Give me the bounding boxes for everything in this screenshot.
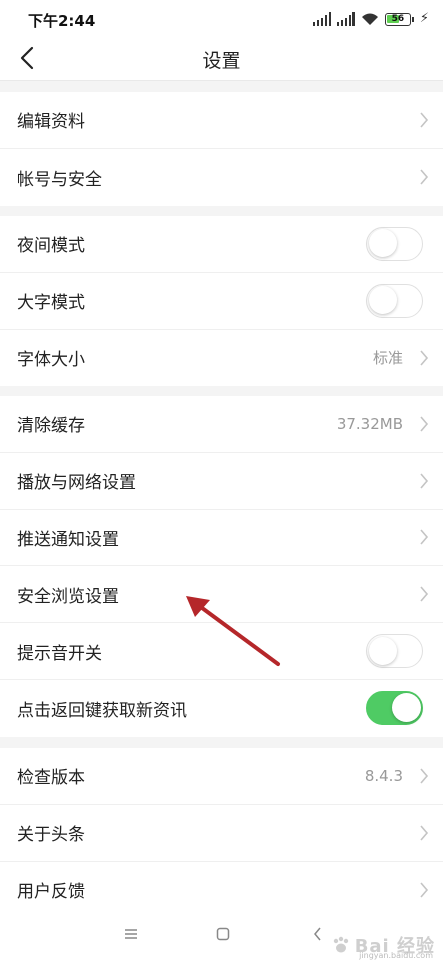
settings-row: 大字模式 — [0, 273, 443, 330]
home-icon — [216, 927, 230, 941]
toggle-knob — [368, 229, 397, 258]
toggle-knob — [391, 693, 421, 723]
chevron-right-icon — [420, 169, 429, 185]
status-bar: 下午2:44 56 ⚡ — [0, 0, 443, 36]
settings-row-label: 大字模式 — [17, 293, 85, 314]
toggle-switch[interactable] — [366, 283, 423, 318]
menu-button[interactable] — [116, 922, 146, 946]
settings-group: 编辑资料 帐号与安全 — [0, 92, 443, 206]
settings-row-label: 检查版本 — [17, 768, 85, 789]
wifi-icon — [361, 13, 378, 25]
settings-row[interactable]: 关于头条 — [0, 805, 443, 862]
nav-bar: 设置 — [0, 36, 443, 81]
settings-row-label: 点击返回键获取新资讯 — [17, 700, 187, 721]
settings-row-label: 关于头条 — [17, 825, 85, 846]
chevron-right-icon — [420, 473, 429, 489]
back-icon — [313, 927, 321, 941]
settings-row-label: 安全浏览设置 — [17, 586, 119, 607]
toggle-knob — [368, 286, 397, 315]
status-icons: 56 ⚡ — [312, 11, 429, 27]
settings-row[interactable]: 安全浏览设置 — [0, 566, 443, 624]
settings-row-label: 清除缓存 — [17, 416, 85, 437]
chevron-right-icon — [420, 529, 429, 546]
chevron-right-icon — [420, 768, 429, 784]
settings-row[interactable]: 播放与网络设置 — [0, 453, 443, 510]
settings-row: 点击返回键获取新资讯 — [0, 680, 443, 737]
chevron-right-icon — [420, 416, 429, 432]
signal-icon-2 — [336, 12, 355, 26]
settings-row: 提示音开关 — [0, 623, 443, 680]
chevron-right-icon — [420, 350, 429, 366]
settings-row-label: 夜间模式 — [17, 236, 85, 257]
charging-icon: ⚡ — [419, 11, 429, 26]
page-title: 设置 — [202, 50, 241, 72]
menu-icon — [125, 929, 137, 939]
chevron-right-icon — [420, 112, 429, 128]
home-button[interactable] — [208, 922, 238, 946]
chevron-right-icon — [420, 882, 429, 898]
toggle-switch[interactable] — [366, 634, 423, 669]
settings-row[interactable]: 帐号与安全 — [0, 149, 443, 206]
settings-group: 检查版本 8.4.3 关于头条用户反馈 — [0, 748, 443, 919]
settings-row-label: 字体大小 — [17, 350, 85, 371]
settings-row-value: 8.4.3 — [364, 766, 403, 785]
settings-row-label: 推送通知设置 — [17, 529, 119, 550]
toggle-switch[interactable] — [366, 691, 423, 726]
battery-icon: 56 — [384, 12, 411, 26]
settings-row: 夜间模式 — [0, 216, 443, 273]
system-back-button[interactable] — [302, 922, 332, 946]
settings-row[interactable]: 推送通知设置 — [0, 510, 443, 567]
battery-level: 56 — [391, 13, 405, 24]
back-button[interactable] — [14, 44, 40, 72]
toggle-knob — [368, 636, 397, 665]
settings-row-value: 标准 — [372, 349, 403, 368]
settings-row[interactable]: 清除缓存 37.32MB — [0, 396, 443, 453]
settings-group: 夜间模式大字模式字体大小 标准 — [0, 216, 443, 387]
battery-cap — [411, 16, 414, 22]
settings-row-label: 编辑资料 — [17, 112, 85, 133]
settings-row-label: 播放与网络设置 — [17, 473, 136, 494]
settings-row[interactable]: 字体大小 标准 — [0, 330, 443, 387]
settings-group: 清除缓存 37.32MB 播放与网络设置 推送通知设置 安全浏览设置 提示音开关点击返回键… — [0, 396, 443, 737]
settings-row-value: 37.32MB — [336, 414, 403, 433]
chevron-right-icon — [420, 586, 429, 602]
settings-row[interactable]: 编辑资料 — [0, 92, 443, 149]
settings-row-label: 用户反馈 — [17, 882, 85, 903]
watermark-sub: jingyan.baidu.com — [359, 951, 433, 960]
toggle-switch[interactable] — [366, 226, 423, 261]
back-arrow-icon — [20, 46, 34, 70]
status-time: 下午2:44 — [28, 12, 96, 30]
settings-row-label: 提示音开关 — [17, 643, 102, 664]
chevron-right-icon — [420, 825, 429, 841]
settings-row-label: 帐号与安全 — [17, 169, 102, 190]
signal-icon — [312, 12, 331, 26]
baidu-paw-icon — [333, 936, 348, 953]
settings-row[interactable]: 检查版本 8.4.3 — [0, 748, 443, 805]
